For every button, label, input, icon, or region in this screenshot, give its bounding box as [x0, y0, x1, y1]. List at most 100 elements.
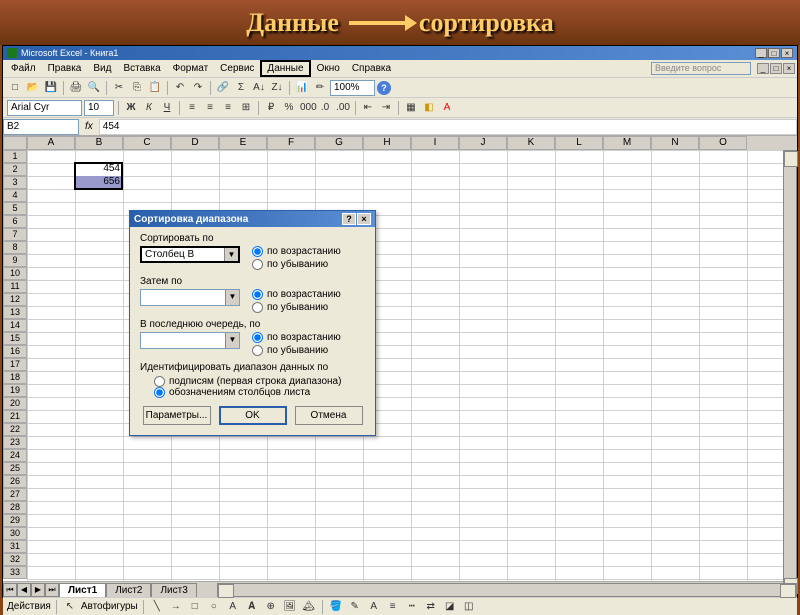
indent-inc-icon[interactable]: ⇥	[378, 100, 394, 116]
menu-file[interactable]: Файл	[5, 61, 42, 76]
sort-by-combo[interactable]: Столбец B▼	[140, 246, 240, 263]
col-header[interactable]: C	[123, 136, 171, 150]
italic-icon[interactable]: К	[141, 100, 157, 116]
row-header[interactable]: 28	[3, 501, 27, 514]
col-header[interactable]: M	[603, 136, 651, 150]
col-header[interactable]: H	[363, 136, 411, 150]
col-header[interactable]: L	[555, 136, 603, 150]
font-size-combo[interactable]: 10	[84, 100, 114, 116]
align-center-icon[interactable]: ≡	[202, 100, 218, 116]
row-header[interactable]: 14	[3, 319, 27, 332]
row-header[interactable]: 12	[3, 293, 27, 306]
col-header[interactable]: N	[651, 136, 699, 150]
borders-icon[interactable]: ▦	[403, 100, 419, 116]
col-header[interactable]: F	[267, 136, 315, 150]
ok-button[interactable]: OK	[219, 406, 287, 425]
no-headers-radio[interactable]: обозначениям столбцов листа	[154, 387, 365, 398]
row-header[interactable]: 6	[3, 215, 27, 228]
chevron-down-icon[interactable]: ▼	[225, 333, 239, 348]
col-header[interactable]: I	[411, 136, 459, 150]
print-icon[interactable]: 🖨	[68, 80, 84, 96]
fx-icon[interactable]: fx	[85, 121, 93, 132]
menu-insert[interactable]: Вставка	[117, 61, 166, 76]
sort2-asc-radio[interactable]: по возрастанию	[252, 289, 341, 300]
sort3-desc-radio[interactable]: по убыванию	[252, 345, 341, 356]
sort-asc-icon[interactable]: A↓	[251, 80, 267, 96]
select-all-corner[interactable]	[3, 136, 27, 150]
spreadsheet-grid[interactable]: A B C D E F G H I J K L M N O 1234567891…	[3, 136, 797, 581]
line-style-icon[interactable]: ≡	[385, 599, 401, 615]
sort2-desc-radio[interactable]: по убыванию	[252, 302, 341, 313]
autoshapes-menu[interactable]: Автофигуры	[81, 601, 138, 612]
menu-edit[interactable]: Правка	[42, 61, 88, 76]
col-header[interactable]: G	[315, 136, 363, 150]
ask-question-input[interactable]: Введите вопрос	[651, 62, 751, 75]
menu-format[interactable]: Формат	[167, 61, 215, 76]
row-header[interactable]: 1	[3, 150, 27, 163]
redo-icon[interactable]: ↷	[190, 80, 206, 96]
row-header[interactable]: 16	[3, 345, 27, 358]
3d-icon[interactable]: ◫	[461, 599, 477, 615]
headers-radio[interactable]: подписям (первая строка диапазона)	[154, 376, 365, 387]
col-header[interactable]: O	[699, 136, 747, 150]
link-icon[interactable]: 🔗	[215, 80, 231, 96]
vertical-scrollbar[interactable]	[783, 150, 797, 595]
row-header[interactable]: 15	[3, 332, 27, 345]
row-header[interactable]: 9	[3, 254, 27, 267]
dialog-close-button[interactable]: ×	[357, 213, 371, 225]
row-header[interactable]: 25	[3, 462, 27, 475]
sort-desc-icon[interactable]: Z↓	[269, 80, 285, 96]
row-header[interactable]: 27	[3, 488, 27, 501]
wordart-icon[interactable]: 𝐀	[244, 599, 260, 615]
indent-dec-icon[interactable]: ⇤	[360, 100, 376, 116]
bold-icon[interactable]: Ж	[123, 100, 139, 116]
tab-first-icon[interactable]: ⏮	[3, 583, 17, 597]
arrow-icon[interactable]: →	[168, 599, 184, 615]
sheet-tab-1[interactable]: Лист1	[59, 583, 106, 597]
shadow-icon[interactable]: ◪	[442, 599, 458, 615]
font-color-icon[interactable]: A	[439, 100, 455, 116]
sheet-tab-3[interactable]: Лист3	[151, 583, 196, 597]
row-header[interactable]: 29	[3, 514, 27, 527]
picture-icon[interactable]: 🏔	[301, 599, 317, 615]
col-header[interactable]: J	[459, 136, 507, 150]
oval-icon[interactable]: ○	[206, 599, 222, 615]
save-icon[interactable]: 💾	[43, 80, 59, 96]
dialog-help-button[interactable]: ?	[342, 213, 356, 225]
minimize-button[interactable]: _	[755, 48, 767, 58]
row-header[interactable]: 10	[3, 267, 27, 280]
align-left-icon[interactable]: ≡	[184, 100, 200, 116]
chart-icon[interactable]: 📊	[294, 80, 310, 96]
menu-data[interactable]: Данные	[260, 60, 310, 77]
tab-last-icon[interactable]: ⏭	[45, 583, 59, 597]
row-header[interactable]: 30	[3, 527, 27, 540]
sort1-asc-radio[interactable]: по возрастанию	[252, 246, 341, 257]
col-header[interactable]: B	[75, 136, 123, 150]
currency-icon[interactable]: ₽	[263, 100, 279, 116]
row-header[interactable]: 22	[3, 423, 27, 436]
col-header[interactable]: A	[27, 136, 75, 150]
arrow-style-icon[interactable]: ⇄	[423, 599, 439, 615]
row-header[interactable]: 2	[3, 163, 27, 176]
drawing-icon[interactable]: ✏	[312, 80, 328, 96]
tab-prev-icon[interactable]: ◀	[17, 583, 31, 597]
row-header[interactable]: 24	[3, 449, 27, 462]
menu-window[interactable]: Окно	[311, 61, 346, 76]
paste-icon[interactable]: 📋	[147, 80, 163, 96]
then-by2-combo[interactable]: ▼	[140, 332, 240, 349]
actions-menu[interactable]: Действия	[7, 601, 51, 612]
sum-icon[interactable]: Σ	[233, 80, 249, 96]
row-header[interactable]: 3	[3, 176, 27, 189]
align-right-icon[interactable]: ≡	[220, 100, 236, 116]
textbox-icon[interactable]: A	[225, 599, 241, 615]
chevron-down-icon[interactable]: ▼	[225, 290, 239, 305]
maximize-button[interactable]: □	[768, 48, 780, 58]
select-icon[interactable]: ↖	[62, 599, 78, 615]
chevron-down-icon[interactable]: ▼	[224, 248, 238, 261]
rect-icon[interactable]: □	[187, 599, 203, 615]
font-combo[interactable]: Arial Cyr	[7, 100, 82, 116]
dialog-title-bar[interactable]: Сортировка диапазона ? ×	[130, 211, 375, 227]
col-header[interactable]: D	[171, 136, 219, 150]
row-header[interactable]: 4	[3, 189, 27, 202]
dash-style-icon[interactable]: ┅	[404, 599, 420, 615]
